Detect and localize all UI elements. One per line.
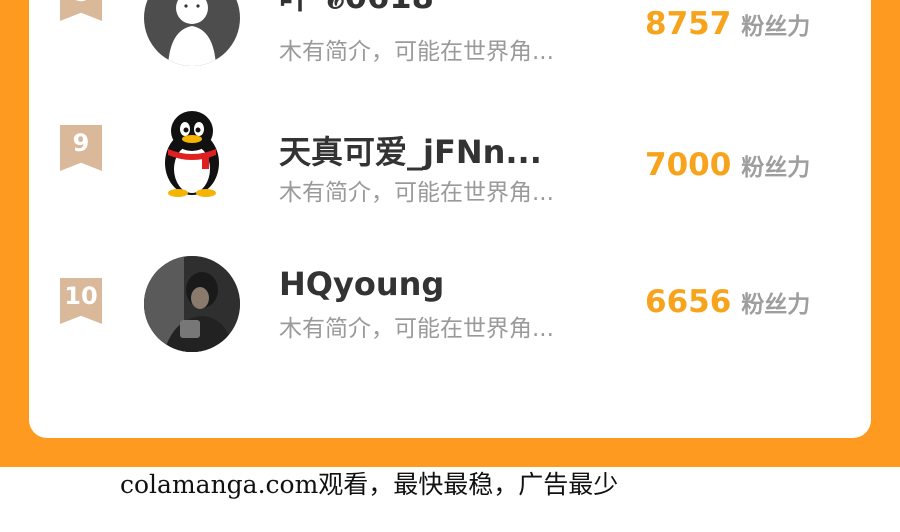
- user-description: 木有简介，可能在世界角...: [279, 316, 554, 342]
- fans-number: 6656: [645, 284, 732, 320]
- user-name[interactable]: 叶 𝓒0618: [279, 0, 434, 18]
- user-name[interactable]: HQyoung: [279, 265, 444, 303]
- rank-badge: 10: [60, 278, 102, 324]
- fans-count: 7000 粉丝力: [645, 147, 810, 183]
- fans-number: 8757: [645, 6, 732, 42]
- fans-label: 粉丝力: [741, 292, 811, 318]
- qq-penguin-avatar[interactable]: [144, 105, 240, 201]
- footer-watermark: colamanga.com观看，最快最稳，广告最少: [120, 470, 619, 499]
- user-description: 木有简介，可能在世界角...: [279, 180, 554, 206]
- list-item[interactable]: 10 HQyoung 木有简介，可能在世界角... 6656 粉丝力: [29, 256, 871, 426]
- list-item[interactable]: 8 叶 𝓒0618 木有简介，可能在世界角... 8757 粉丝力: [29, 0, 871, 120]
- fans-count: 8757 粉丝力: [645, 6, 810, 42]
- rank-badge: 8: [60, 0, 102, 21]
- rank-badge: 9: [60, 125, 102, 171]
- qq-penguin-icon: [165, 111, 219, 197]
- fans-count: 6656 粉丝力: [645, 284, 810, 320]
- list-item[interactable]: 9 天真可爱_jFNn... 木有简介，可能在世界角... 7000 粉丝力: [29, 105, 871, 273]
- fans-label: 粉丝力: [741, 155, 811, 181]
- person-photo-icon: [144, 256, 240, 352]
- fans-number: 7000: [645, 147, 732, 183]
- user-description: 木有简介，可能在世界角...: [279, 39, 554, 65]
- user-name[interactable]: 天真可爱_jFNn...: [279, 127, 542, 173]
- ghost-avatar[interactable]: [144, 0, 240, 66]
- photo-avatar[interactable]: [144, 256, 240, 352]
- fans-label: 粉丝力: [741, 14, 811, 40]
- ranking-card: 8 叶 𝓒0618 木有简介，可能在世界角... 8757 粉丝力 9: [29, 0, 871, 438]
- ghost-icon: [168, 0, 216, 66]
